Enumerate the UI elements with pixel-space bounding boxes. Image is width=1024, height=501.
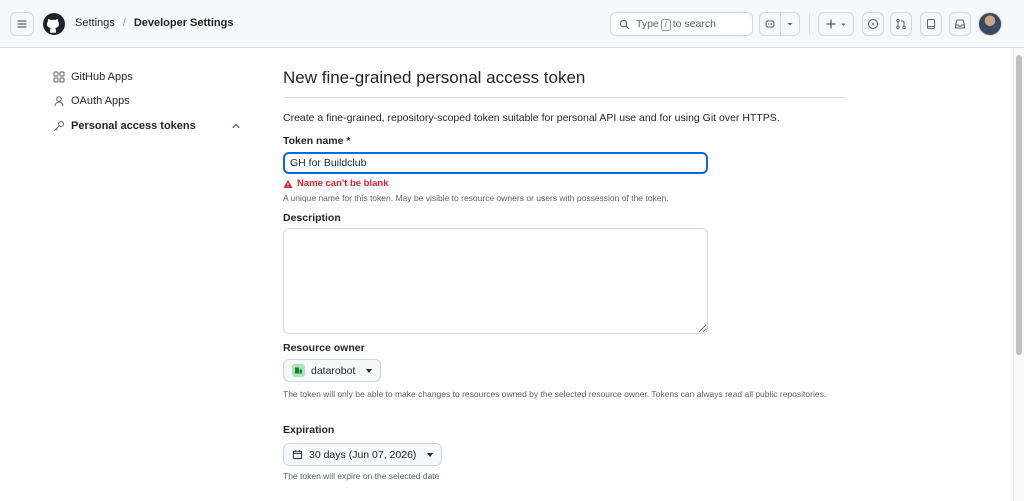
breadcrumb-separator: / (122, 17, 126, 29)
resource-owner-select[interactable]: datarobot (283, 359, 381, 382)
sidebar-item-label: Personal access tokens (71, 120, 196, 132)
chevron-up-icon[interactable] (231, 121, 241, 131)
pull-request-icon (896, 18, 906, 30)
description-textarea[interactable] (283, 228, 708, 334)
copilot-button[interactable] (760, 13, 781, 35)
apps-icon (53, 71, 65, 83)
sidebar-item-label: OAuth Apps (71, 95, 130, 107)
breadcrumb-settings-link[interactable]: Settings (75, 17, 115, 29)
create-new-button[interactable] (818, 12, 854, 36)
copilot-button-group (759, 12, 800, 36)
expiration-select[interactable]: 30 days (Jun 07, 2026) (283, 443, 442, 466)
resource-owner-value: datarobot (311, 364, 356, 377)
page-intro: Create a fine-grained, repository-scoped… (283, 112, 780, 124)
token-name-error-text: Name can't be blank (297, 178, 389, 189)
caret-down-icon (366, 368, 372, 373)
expiration-hint: The token will expire on the selected da… (283, 471, 440, 481)
sidebar-item-github-apps[interactable]: GitHub Apps (53, 68, 133, 86)
caret-down-icon (427, 452, 433, 457)
expiration-value: 30 days (Jun 07, 2026) (309, 448, 417, 461)
page-title: New fine-grained personal access token (283, 68, 586, 87)
menu-button[interactable] (10, 12, 34, 36)
plus-icon (825, 19, 836, 29)
token-name-error: Name can't be blank (283, 178, 388, 189)
copilot-icon (765, 20, 775, 28)
person-icon (54, 96, 64, 107)
breadcrumb: Settings / Developer Settings (75, 17, 233, 29)
repositories-button[interactable] (920, 12, 942, 36)
token-name-input[interactable] (283, 152, 708, 174)
user-avatar[interactable] (978, 12, 1002, 36)
inbox-icon (955, 19, 965, 29)
issue-opened-icon (867, 18, 879, 30)
search-placeholder: Type / to search (636, 17, 716, 31)
calendar-icon (292, 450, 303, 460)
search-icon (619, 19, 630, 29)
alert-icon (283, 179, 293, 188)
repo-icon (927, 19, 935, 29)
top-header: Settings / Developer Settings Type / to se… (0, 0, 1024, 48)
token-name-label: Token name * (283, 135, 351, 147)
description-label: Description (283, 212, 341, 224)
sidebar-item-label: GitHub Apps (71, 71, 133, 83)
sidebar-item-oauth-apps[interactable]: OAuth Apps (53, 92, 130, 110)
expiration-label: Expiration (283, 424, 335, 436)
chevron-down-icon (840, 23, 846, 26)
title-divider (283, 97, 846, 98)
pull-requests-button[interactable] (890, 12, 912, 36)
resource-owner-hint: The token will only be able to make chan… (283, 389, 827, 399)
hamburger-icon (17, 20, 27, 28)
resource-owner-label: Resource owner (283, 342, 365, 354)
github-logo-icon[interactable] (42, 12, 66, 36)
chevron-down-icon (787, 23, 793, 26)
search-kbd-shortcut: / (660, 18, 671, 31)
issues-button[interactable] (862, 12, 884, 36)
breadcrumb-developer-settings-link[interactable]: Developer Settings (134, 17, 234, 29)
notifications-button[interactable] (949, 12, 971, 36)
copilot-dropdown-button[interactable] (781, 13, 799, 35)
key-icon (54, 121, 64, 131)
header-divider (809, 14, 810, 34)
sidebar-item-personal-access-tokens[interactable]: Personal access tokens (53, 117, 196, 135)
page-scrollbar-thumb[interactable] (1016, 55, 1022, 355)
token-name-hint: A unique name for this token. May be vis… (283, 193, 669, 203)
search-input[interactable]: Type / to search (610, 12, 753, 36)
organization-icon (292, 364, 305, 377)
